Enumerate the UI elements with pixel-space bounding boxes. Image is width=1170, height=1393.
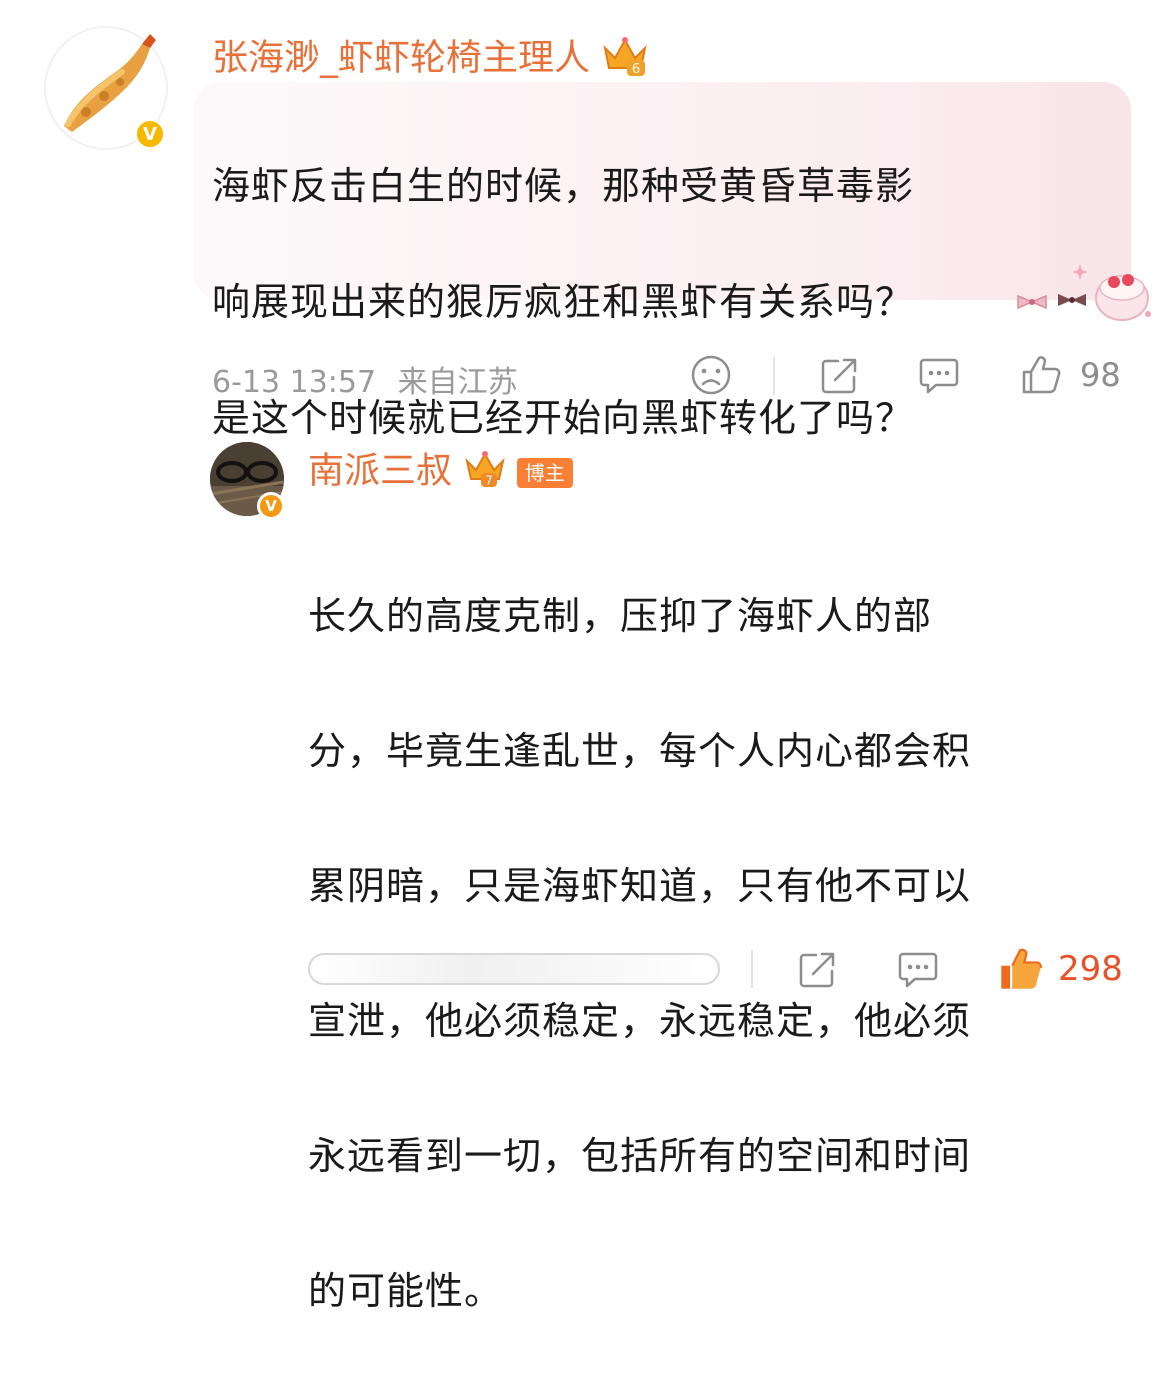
reply-username[interactable]: 南派三叔 [308,451,452,492]
reply-line: 的可能性。 [308,1268,504,1313]
comment-location: 来自江苏 [397,365,518,400]
comment-line: 响展现出来的狠厉疯狂和黑虾有关系吗？ [212,280,915,324]
reply-level: 7 [486,474,494,488]
verified-badge: V [257,492,285,520]
share-icon[interactable] [796,949,838,991]
member-crown-icon: 6 [601,34,649,85]
cake-sticker-icon [1017,264,1151,321]
reply-line: 长久的高度克制，压抑了海虾人的部 [308,593,933,638]
reply-line: 宣泄，他必须稳定，永远稳定，他必须 [308,998,972,1043]
reply-line: 分，毕竟生逢乱世，每个人内心都会积 [308,728,972,773]
reply-like-count: 298 [1058,949,1123,989]
sad-face-icon[interactable] [690,354,732,396]
comment-timestamp: 6-13 13:57 [212,365,377,400]
scroll-bar[interactable] [308,953,720,985]
comment-icon[interactable] [897,950,939,990]
comment-text: 海虾反击白生的时候，那种受黄昏草毒影 响展现出来的狠厉疯狂和黑虾有关系吗？ 是这… [212,99,1092,505]
reply-line: 永远看到一切，包括所有的空间和时间 [308,1133,972,1178]
member-crown-icon: 7 [463,449,507,496]
comment-username-row: 张海渺_虾虾轮椅主理人 6 [212,34,649,85]
verified-badge: V [134,118,166,150]
comment-username[interactable]: 张海渺_虾虾轮椅主理人 [212,38,590,79]
reply-line: 累阴暗，只是海虾知道，只有他不可以 [308,863,972,908]
like-count: 98 [1080,356,1121,394]
divider [751,950,753,988]
comment-line: 海虾反击白生的时候，那种受黄昏草毒影 [212,164,915,208]
like-button[interactable]: 98 [1020,354,1121,396]
blogger-tag: 博主 [516,457,573,488]
thumbs-up-icon [1022,356,1061,394]
divider [773,357,775,395]
reply-username-row: 南派三叔 7 博主 [308,449,573,496]
reply-like-button[interactable]: 298 [998,946,1123,992]
thumbs-up-filled-icon [1001,948,1042,989]
share-icon[interactable] [818,355,860,397]
comment-level: 6 [632,62,640,77]
comment-meta: 6-13 13:57 来自江苏 [212,357,518,401]
comment-icon[interactable] [918,356,960,396]
